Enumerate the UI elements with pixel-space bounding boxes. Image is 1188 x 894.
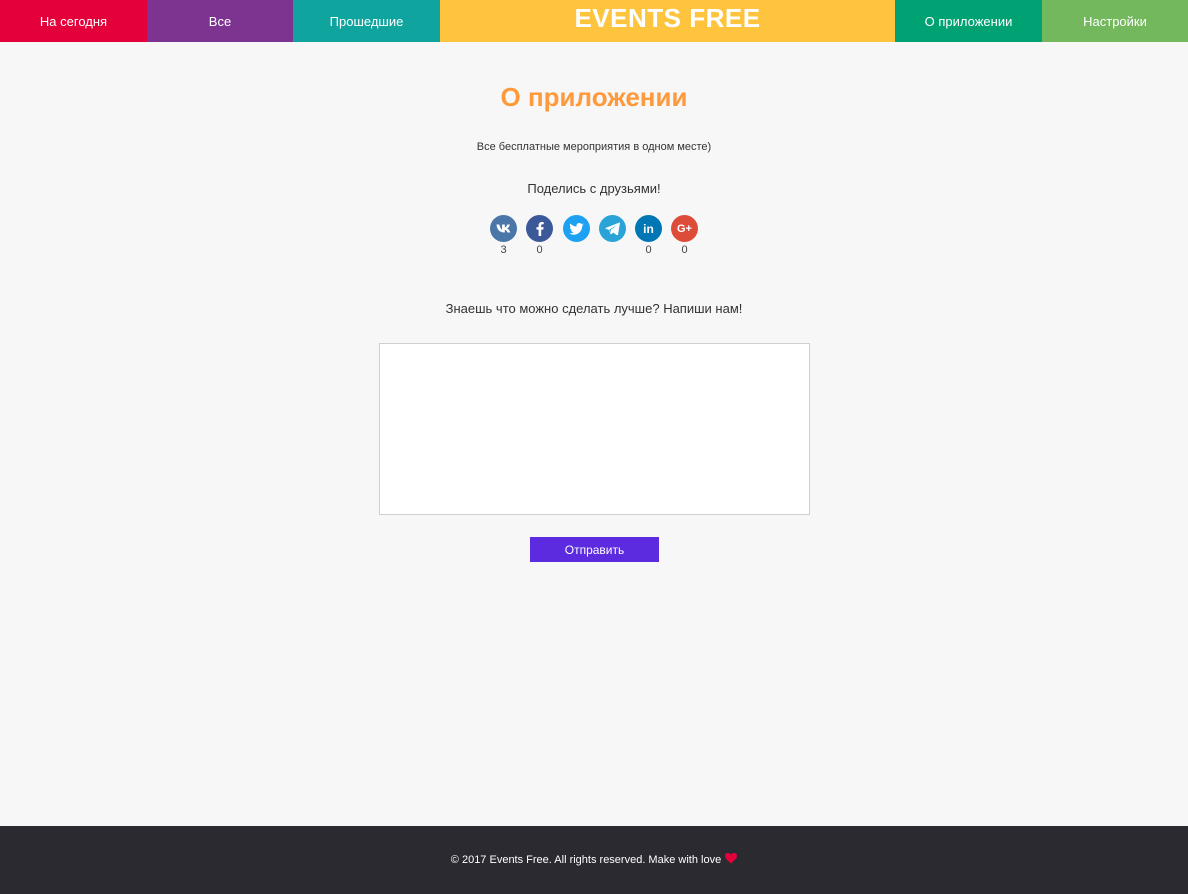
share-telegram-button[interactable] <box>599 215 626 256</box>
feedback-textarea[interactable] <box>379 343 810 515</box>
nav-settings[interactable]: Настройки <box>1042 0 1188 42</box>
google-plus-icon: G+ <box>671 215 698 242</box>
vk-icon <box>490 215 517 242</box>
share-count-facebook: 0 <box>536 244 543 256</box>
twitter-icon <box>563 215 590 242</box>
share-facebook-button[interactable]: 0 <box>526 215 553 256</box>
linkedin-icon: in <box>635 215 662 242</box>
page-subtitle: Все бесплатные мероприятия в одном месте… <box>476 141 712 153</box>
feedback-label: Знаешь что можно сделать лучше? Напиши н… <box>445 301 743 316</box>
telegram-icon <box>599 215 626 242</box>
share-count-vk: 3 <box>500 244 507 256</box>
nav-about[interactable]: О приложении <box>895 0 1042 42</box>
facebook-icon <box>526 215 553 242</box>
share-googleplus-button[interactable]: G+ 0 <box>671 215 698 256</box>
top-navigation: На сегодня Все Прошедшие EVENTS FREE О п… <box>0 0 1188 42</box>
heart-icon <box>725 853 738 867</box>
share-count-linkedin: 0 <box>645 244 652 256</box>
nav-today[interactable]: На сегодня <box>0 0 147 42</box>
nav-all[interactable]: Все <box>147 0 293 42</box>
nav-past[interactable]: Прошедшие <box>293 0 440 42</box>
share-label: Поделись с друзьями! <box>527 181 661 196</box>
brand-logo[interactable]: EVENTS FREE <box>440 0 895 42</box>
share-twitter-button[interactable] <box>563 215 590 256</box>
page-title: О приложении <box>500 82 688 112</box>
share-count-twitter <box>563 244 590 256</box>
share-linkedin-button[interactable]: in 0 <box>635 215 662 256</box>
share-count-googleplus: 0 <box>681 244 688 256</box>
footer-text: © 2017 Events Free. All rights reserved.… <box>450 854 722 866</box>
share-count-telegram <box>599 244 626 256</box>
footer: © 2017 Events Free. All rights reserved.… <box>0 826 1188 894</box>
share-buttons: 3 0 in 0 G+ 0 <box>490 215 710 257</box>
share-vk-button[interactable]: 3 <box>490 215 517 256</box>
submit-button[interactable]: Отправить <box>530 537 659 562</box>
